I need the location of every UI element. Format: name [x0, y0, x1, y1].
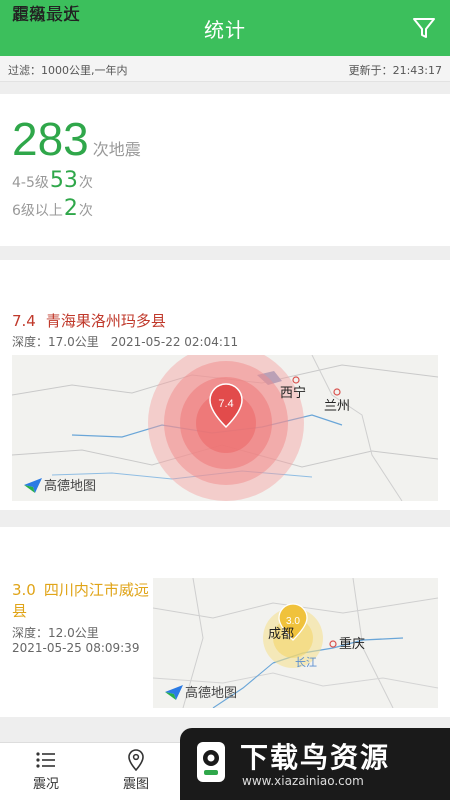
biggest-time: 2021-05-22 02:04:11 [110, 335, 239, 349]
range2-unit: 次 [78, 203, 93, 219]
nav-label: 震况 [32, 777, 59, 792]
nearest-quake-title[interactable]: 3.0 四川内江市威远县 [12, 580, 152, 622]
map-city-label: 兰州 [324, 399, 350, 414]
range2-number: 2 [63, 196, 78, 221]
location-pin-icon [128, 749, 144, 771]
updated-time: 更新于：21:43:17 [348, 64, 442, 77]
nearest-depth: 深度：12.0公里 [12, 626, 99, 640]
biggest-map[interactable]: 7.4 西宁 兰州 高德地图 [12, 355, 438, 501]
site-watermark: 下载鸟资源 www.xiazainiao.com [180, 728, 450, 800]
biggest-place: 青海果洛州玛多县 [45, 312, 166, 330]
watermark-text: 下载鸟资源 [240, 741, 391, 774]
map-river-label: 长江 [295, 656, 317, 669]
nav-label: 震图 [122, 777, 149, 792]
nav-item-earthquake-map[interactable]: 震图 [106, 749, 166, 792]
amap-logo: 高德地图 [163, 682, 237, 701]
list-icon [36, 752, 55, 768]
biggest-magnitude: 7.4 [12, 312, 36, 330]
total-count: 283 次地震 [12, 112, 141, 166]
map-city-label: 西宁 [280, 385, 306, 401]
total-number: 283 [12, 113, 89, 165]
watermark-logo-icon [197, 742, 225, 782]
filter-icon[interactable] [410, 14, 438, 42]
amap-logo-icon [24, 477, 42, 493]
nav-item-earthquake-list[interactable]: 震况 [16, 749, 76, 792]
amap-logo: 高德地图 [22, 475, 96, 494]
biggest-map-marker-label: 7.4 [218, 398, 233, 410]
range-6-plus-count: 6级以上 2 次 [12, 196, 93, 221]
map-city-label: 重庆 [339, 636, 365, 652]
range1-label: 4-5级 [12, 175, 49, 191]
nearest-magnitude: 3.0 [12, 581, 36, 599]
nearest-map[interactable]: 3.0 成都 重庆 长江 高德地图 [153, 578, 438, 708]
amap-logo-text: 高德地图 [44, 479, 97, 494]
amap-logo-icon [165, 684, 183, 700]
map-city-label: 成都 [268, 627, 294, 642]
nearest-time: 2021-05-25 08:09:39 [12, 641, 140, 655]
total-unit: 次地震 [92, 140, 141, 159]
nearest-section-title: 距离最近 [12, 5, 80, 25]
biggest-quake-title[interactable]: 7.4 青海果洛州玛多县 [12, 310, 166, 331]
range2-label: 6级以上 [12, 203, 63, 219]
biggest-meta: 深度：17.0公里 2021-05-22 02:04:11 [12, 333, 238, 350]
range-4-5-count: 4-5级 53 次 [12, 168, 93, 193]
biggest-depth: 深度：17.0公里 [12, 335, 99, 349]
filter-text: 过滤：1000公里,一年内 [8, 64, 128, 77]
range1-number: 53 [49, 168, 78, 193]
nearest-map-marker-label: 3.0 [286, 616, 300, 627]
amap-logo-text: 高德地图 [185, 686, 238, 701]
watermark-url: www.xiazainiao.com [242, 774, 364, 788]
filter-status-bar: 过滤：1000公里,一年内 更新于：21:43:17 [0, 56, 450, 82]
range1-unit: 次 [78, 175, 93, 191]
